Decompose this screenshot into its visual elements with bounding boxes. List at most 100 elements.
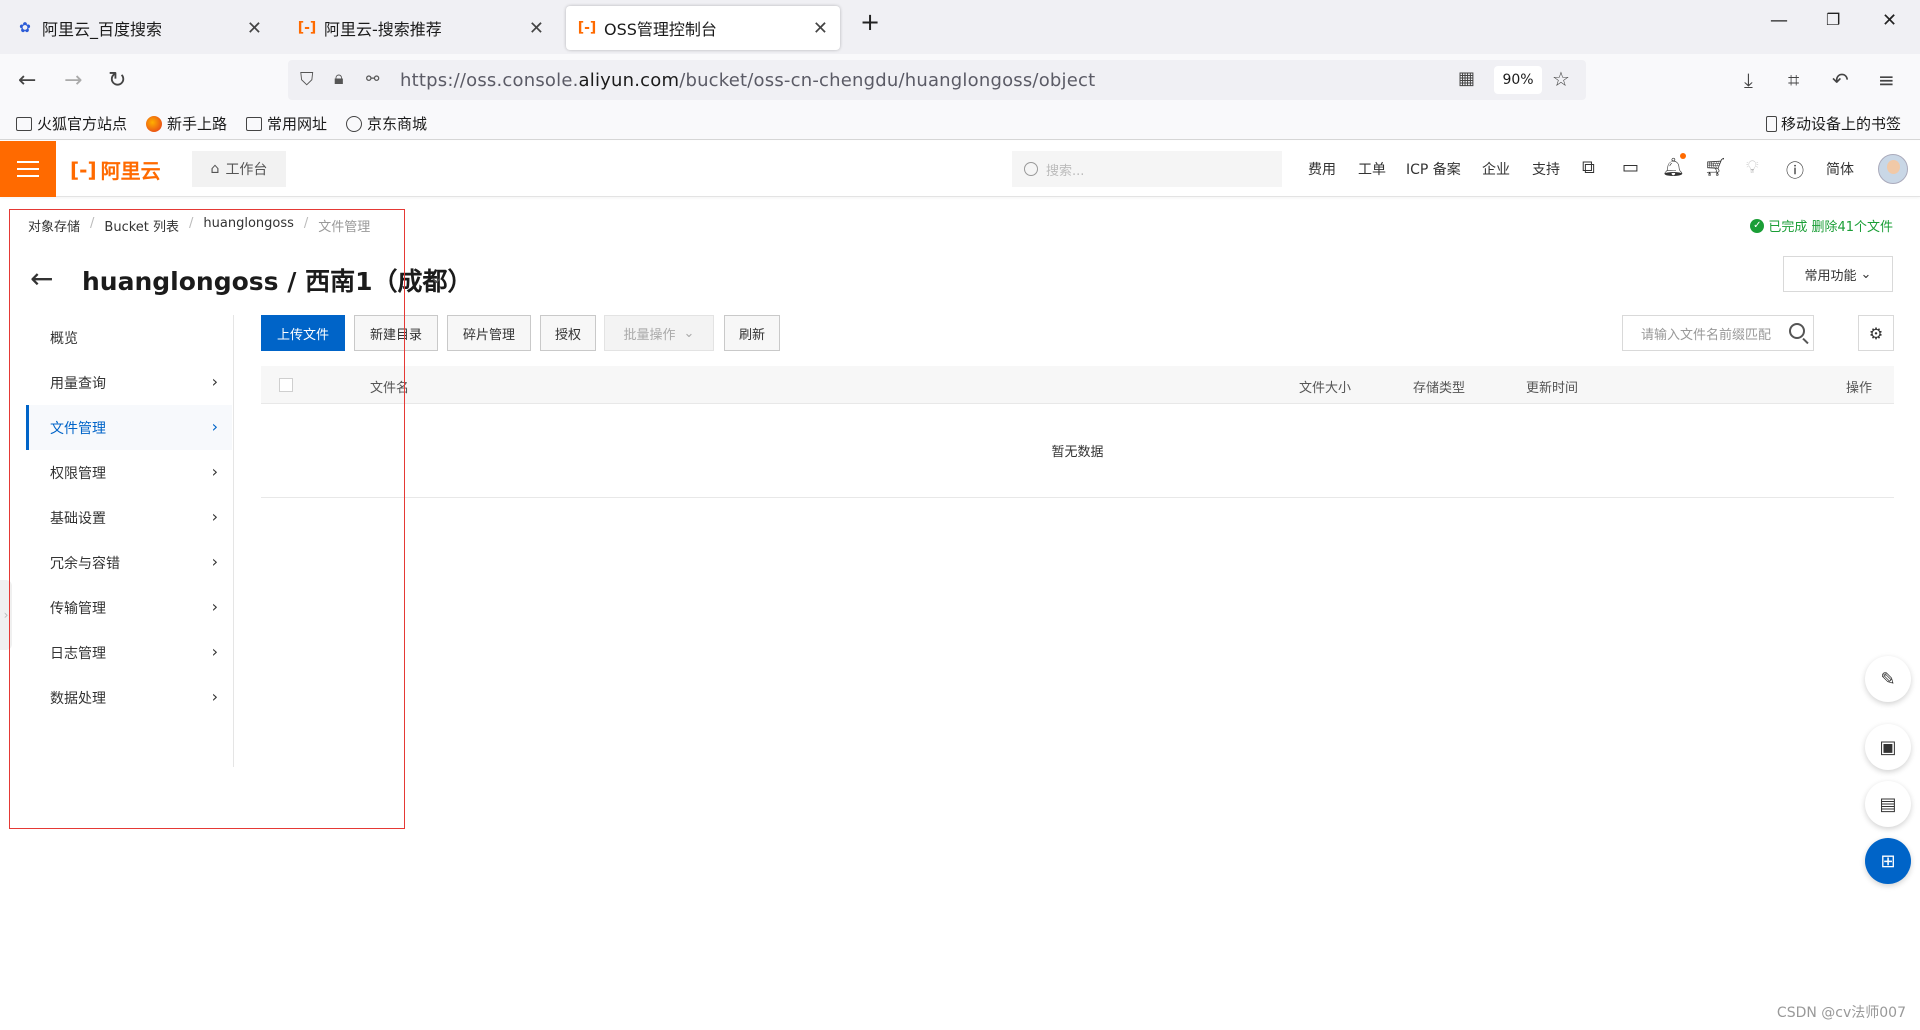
chat-icon[interactable]: ▤ bbox=[1865, 781, 1911, 827]
console-header: [-] 阿里云 ⌂ 工作台 搜索... 费用 工单 ICP 备案 企业 支持 ⧉… bbox=[0, 141, 1920, 197]
nav-billing[interactable]: 费用 bbox=[1308, 159, 1336, 179]
nav-icp[interactable]: ICP 备案 bbox=[1406, 159, 1461, 179]
forward-icon[interactable]: → bbox=[64, 68, 82, 93]
workbench-label: 工作台 bbox=[225, 162, 268, 178]
download-icon[interactable]: ⤓ bbox=[1744, 68, 1753, 92]
browser-tab-oss-console[interactable]: [-] OSS管理控制台 ✕ bbox=[566, 6, 840, 50]
new-directory-button[interactable]: 新建目录 bbox=[354, 315, 438, 351]
nav-enterprise[interactable]: 企业 bbox=[1482, 159, 1510, 179]
aliyun-logo-icon: [-] bbox=[297, 20, 317, 36]
screenshot-icon[interactable]: ⌗ bbox=[1788, 68, 1799, 92]
lock-icon[interactable]: 🔒︎ bbox=[334, 68, 344, 89]
restore-icon[interactable]: ❐ bbox=[1826, 10, 1840, 29]
gear-icon[interactable]: ⚙ bbox=[1858, 315, 1894, 351]
mobile-icon bbox=[1766, 115, 1777, 132]
permissions-icon[interactable]: ⚯ bbox=[366, 69, 379, 88]
aliyun-logo[interactable]: [-] 阿里云 bbox=[70, 155, 161, 184]
common-functions-button[interactable]: 常用功能 ⌄ bbox=[1783, 256, 1893, 292]
chevron-right-icon: › bbox=[211, 462, 218, 481]
common-functions-label: 常用功能 bbox=[1804, 268, 1857, 284]
browser-tab-baidu[interactable]: ✿ 阿里云_百度搜索 ✕ bbox=[4, 6, 274, 50]
task-status[interactable]: ✓ 已完成 删除41个文件 bbox=[1750, 216, 1893, 235]
globe-icon bbox=[346, 115, 362, 132]
browser-tab-aliyun-search[interactable]: [-] 阿里云-搜索推荐 ✕ bbox=[286, 6, 556, 50]
sidebar-item-logs[interactable]: 日志管理 › bbox=[26, 630, 232, 675]
minimize-icon[interactable]: — bbox=[1770, 10, 1788, 31]
sidebar-item-usage[interactable]: 用量查询 › bbox=[26, 360, 232, 405]
sidebar-item-files[interactable]: 文件管理 › bbox=[26, 405, 232, 450]
select-all-checkbox[interactable] bbox=[279, 378, 293, 392]
nav-support[interactable]: 支持 bbox=[1532, 159, 1560, 179]
chevron-down-icon[interactable]: ⌄ bbox=[428, 264, 445, 288]
sidebar-item-redundancy[interactable]: 冗余与容错 › bbox=[26, 540, 232, 585]
bookmark-firefox[interactable]: 火狐官方站点 bbox=[16, 113, 127, 134]
fragment-management-button[interactable]: 碎片管理 bbox=[447, 315, 531, 351]
new-tab-button[interactable]: + bbox=[860, 8, 880, 36]
url-bar[interactable]: ⛉ 🔒︎ ⚯ https://oss.console.aliyun.com/bu… bbox=[288, 60, 1586, 100]
tab-title: OSS管理控制台 bbox=[604, 20, 717, 39]
search-placeholder: 搜索... bbox=[1046, 163, 1085, 179]
sidebar-item-data-processing[interactable]: 数据处理 › bbox=[26, 675, 232, 720]
avatar[interactable] bbox=[1878, 154, 1908, 184]
page-title: huanglongoss / 西南1（成都） bbox=[82, 267, 473, 296]
reload-icon[interactable]: ↻ bbox=[108, 68, 126, 93]
nav-tickets[interactable]: 工单 bbox=[1358, 159, 1386, 179]
column-file-size: 文件大小 bbox=[1299, 381, 1352, 396]
console-search-input[interactable]: 搜索... bbox=[1012, 151, 1282, 187]
bookmark-star-icon[interactable]: ☆ bbox=[1552, 67, 1570, 91]
breadcrumb-current: 文件管理 bbox=[318, 220, 371, 235]
url-text[interactable]: https://oss.console.aliyun.com/bucket/os… bbox=[400, 70, 1095, 91]
lightbulb-icon[interactable]: 💡︎ bbox=[1746, 157, 1759, 178]
menu-icon[interactable]: ≡ bbox=[1878, 68, 1895, 92]
bookmark-mobile[interactable]: 移动设备上的书签 bbox=[1766, 113, 1901, 134]
browser-tab-bar: ✿ 阿里云_百度搜索 ✕ [-] 阿里云-搜索推荐 ✕ [-] OSS管理控制台… bbox=[0, 0, 1920, 54]
shield-icon[interactable]: ⛉ bbox=[300, 69, 314, 90]
sidebar-item-overview[interactable]: 概览 bbox=[26, 315, 232, 360]
hamburger-menu-button[interactable] bbox=[0, 141, 56, 197]
close-tab-icon[interactable]: ✕ bbox=[813, 18, 828, 39]
file-search-input[interactable]: 请输入文件名前缀匹配 bbox=[1622, 315, 1814, 351]
back-arrow-icon[interactable]: ← bbox=[30, 262, 53, 295]
sidebar-item-label: 概览 bbox=[50, 330, 78, 347]
bookmark-label: 移动设备上的书签 bbox=[1781, 115, 1902, 133]
close-tab-icon[interactable]: ✕ bbox=[529, 18, 544, 39]
close-tab-icon[interactable]: ✕ bbox=[247, 18, 262, 39]
cart-icon[interactable]: 🛒︎ bbox=[1704, 157, 1727, 178]
breadcrumb-item[interactable]: 对象存储 bbox=[28, 216, 80, 235]
terminal-icon[interactable]: ▭ bbox=[1622, 157, 1639, 178]
search-icon[interactable] bbox=[1789, 323, 1805, 339]
brand-name: 阿里云 bbox=[100, 159, 161, 183]
sidebar-item-transfer[interactable]: 传输管理 › bbox=[26, 585, 232, 630]
column-storage-type: 存储类型 bbox=[1413, 381, 1466, 396]
baidu-paw-icon: ✿ bbox=[19, 20, 31, 36]
workbench-button[interactable]: ⌂ 工作台 bbox=[192, 151, 286, 187]
app-icon[interactable]: ⧉ bbox=[1582, 157, 1595, 178]
batch-operations-button[interactable]: 批量操作 ⌄ bbox=[604, 315, 714, 351]
refresh-button[interactable]: 刷新 bbox=[724, 315, 780, 351]
column-filename: 文件名 bbox=[370, 381, 410, 396]
bookmark-getting-started[interactable]: 新手上路 bbox=[146, 113, 227, 134]
bell-icon[interactable]: 🔔︎ bbox=[1662, 157, 1685, 178]
breadcrumb-item[interactable]: huanglongoss bbox=[203, 216, 294, 235]
qr-code-icon[interactable]: ▦ bbox=[1458, 68, 1475, 89]
sidebar-item-permissions[interactable]: 权限管理 › bbox=[26, 450, 232, 495]
undo-icon[interactable]: ↶ bbox=[1832, 68, 1849, 92]
bookmark-common-sites[interactable]: 常用网址 bbox=[246, 113, 327, 134]
zoom-level[interactable]: 90% bbox=[1494, 66, 1542, 94]
upload-file-button[interactable]: 上传文件 bbox=[261, 315, 345, 351]
book-icon[interactable]: ▣ bbox=[1865, 724, 1911, 770]
empty-table-message: 暂无数据 bbox=[261, 404, 1894, 498]
language-switch[interactable]: 简体 bbox=[1826, 159, 1854, 179]
bookmark-jd[interactable]: 京东商城 bbox=[346, 113, 427, 134]
edit-icon[interactable]: ✎ bbox=[1865, 656, 1911, 702]
collapse-handle[interactable]: › bbox=[0, 580, 12, 650]
apps-grid-icon[interactable]: ⊞ bbox=[1865, 838, 1911, 884]
authorize-button[interactable]: 授权 bbox=[540, 315, 596, 351]
sidebar-item-basic-settings[interactable]: 基础设置 › bbox=[26, 495, 232, 540]
close-window-icon[interactable]: ✕ bbox=[1882, 10, 1897, 31]
back-icon[interactable]: ← bbox=[18, 68, 36, 93]
watermark: CSDN @cv法师007 bbox=[1776, 1005, 1906, 1021]
tab-title: 阿里云_百度搜索 bbox=[42, 20, 163, 39]
breadcrumb-item[interactable]: Bucket 列表 bbox=[104, 216, 179, 235]
help-icon[interactable]: ⓘ bbox=[1786, 157, 1804, 183]
